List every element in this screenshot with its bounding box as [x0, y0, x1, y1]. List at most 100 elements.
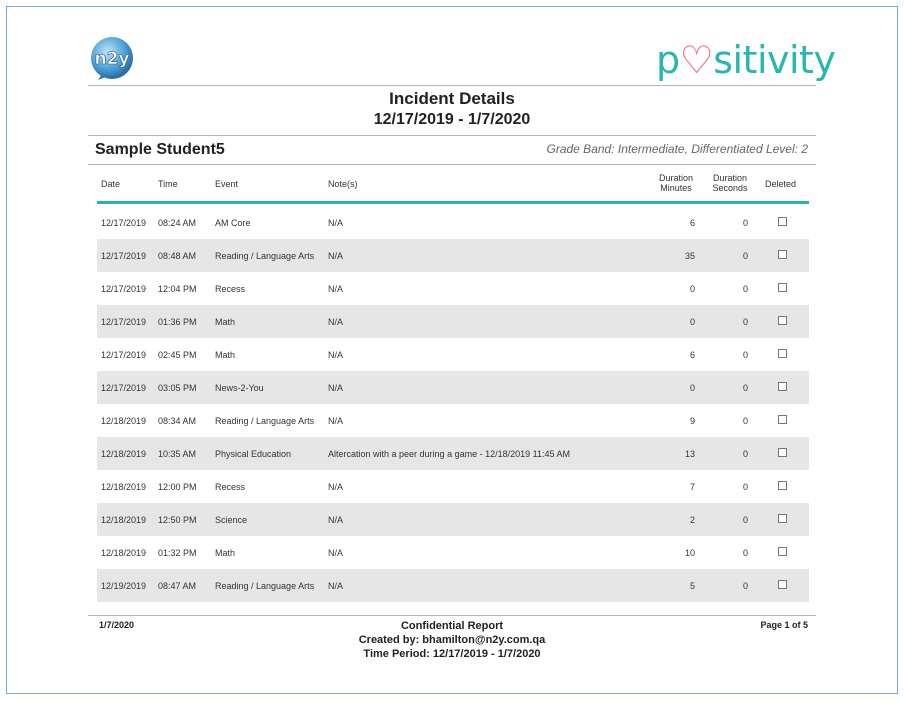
cell-time: 08:47 AM	[158, 581, 197, 591]
cell-event: Recess	[215, 284, 246, 294]
cell-event: Reading / Language Arts	[215, 251, 315, 261]
cell-date: 12/17/2019	[101, 383, 147, 393]
table-row: 12/18/2019 12:50 PM Science N/A 2 0	[97, 503, 809, 536]
table-row: 12/17/2019 02:45 PM Math N/A 6 0	[97, 338, 809, 371]
cell-duration-minutes: 0	[689, 317, 695, 327]
cell-notes: N/A	[328, 482, 344, 492]
cell-duration-seconds: 0	[742, 548, 748, 558]
created-by: Created by: bhamilton@n2y.com.qa	[358, 634, 546, 646]
deleted-checkbox[interactable]	[778, 382, 787, 391]
cell-duration-minutes: 9	[689, 416, 695, 426]
report-title: Incident Details	[389, 89, 515, 108]
cell-date: 12/17/2019	[101, 317, 147, 327]
deleted-checkbox[interactable]	[778, 283, 787, 292]
cell-event: AM Core	[215, 218, 251, 228]
table-row: 12/18/2019 10:35 AM Physical Education Alte…	[97, 437, 809, 470]
cell-event: Science	[215, 515, 248, 525]
cell-time: 08:34 AM	[158, 416, 197, 426]
cell-notes: N/A	[328, 416, 344, 426]
cell-event: News-2-You	[215, 383, 264, 393]
cell-time: 08:24 AM	[158, 218, 197, 228]
cell-date: 12/18/2019	[101, 482, 147, 492]
table-row: 12/18/2019 08:34 AM Reading / Language Art…	[97, 404, 809, 437]
cell-notes: N/A	[328, 581, 344, 591]
cell-duration-seconds: 0	[742, 218, 748, 228]
deleted-checkbox[interactable]	[778, 580, 787, 589]
table-row: 12/18/2019 12:00 PM Recess N/A 7 0	[97, 470, 809, 503]
heart-icon: ♡	[679, 38, 714, 82]
cell-duration-seconds: 0	[742, 383, 748, 393]
deleted-checkbox[interactable]	[778, 250, 787, 259]
cell-duration-seconds: 0	[742, 449, 748, 459]
cell-notes: Altercation with a peer during a game - …	[328, 449, 570, 459]
student-name: Sample Student5	[95, 141, 225, 158]
cell-time: 08:48 AM	[158, 251, 197, 261]
cell-date: 12/17/2019	[101, 284, 147, 294]
header-accent-line	[97, 201, 809, 204]
grade-info: Grade Band: Intermediate, Differentiated…	[546, 142, 809, 156]
deleted-checkbox[interactable]	[778, 481, 787, 490]
column-header-deleted: Deleted	[765, 179, 797, 189]
cell-notes: N/A	[328, 284, 344, 294]
table-row: 12/17/2019 08:48 AM Reading / Language Art…	[97, 239, 809, 272]
cell-duration-seconds: 0	[742, 482, 748, 492]
cell-time: 12:00 PM	[158, 482, 197, 492]
cell-date: 12/19/2019	[101, 581, 147, 591]
cell-time: 01:32 PM	[158, 548, 197, 558]
deleted-checkbox[interactable]	[778, 316, 787, 325]
table-row: 12/17/2019 03:05 PM News-2-You N/A 0 0	[97, 371, 809, 404]
cell-duration-minutes: 10	[684, 548, 695, 558]
cell-time: 12:50 PM	[158, 515, 197, 525]
cell-duration-minutes: 0	[689, 383, 695, 393]
deleted-checkbox[interactable]	[778, 349, 787, 358]
cell-event: Reading / Language Arts	[215, 416, 315, 426]
cell-duration-minutes: 7	[689, 482, 695, 492]
cell-duration-minutes: 35	[684, 251, 695, 261]
cell-event: Math	[215, 548, 236, 558]
time-period: Time Period: 12/17/2019 - 1/7/2020	[363, 648, 541, 660]
report-date-range: 12/17/2019 - 1/7/2020	[373, 111, 531, 128]
cell-date: 12/17/2019	[101, 218, 147, 228]
cell-notes: N/A	[328, 317, 344, 327]
cell-event: Recess	[215, 482, 246, 492]
cell-time: 10:35 AM	[158, 449, 197, 459]
title-divider	[88, 135, 816, 136]
cell-duration-minutes: 0	[689, 284, 695, 294]
cell-time: 01:36 PM	[158, 317, 197, 327]
cell-notes: N/A	[328, 548, 344, 558]
cell-duration-seconds: 0	[742, 317, 748, 327]
cell-notes: N/A	[328, 218, 344, 228]
column-header-duration-seconds: Duration Seconds	[712, 173, 748, 193]
n2y-logo-text: n2y	[94, 49, 129, 69]
cell-event: Physical Education	[215, 449, 292, 459]
deleted-checkbox[interactable]	[778, 514, 787, 523]
cell-duration-seconds: 0	[742, 515, 748, 525]
cell-event: Reading / Language Arts	[215, 581, 315, 591]
cell-duration-minutes: 13	[684, 449, 695, 459]
cell-duration-minutes: 2	[689, 515, 695, 525]
deleted-checkbox[interactable]	[778, 448, 787, 457]
cell-date: 12/17/2019	[101, 251, 147, 261]
cell-notes: N/A	[328, 383, 344, 393]
cell-date: 12/18/2019	[101, 416, 147, 426]
deleted-checkbox[interactable]	[778, 547, 787, 556]
student-divider	[88, 164, 816, 165]
table-row: 12/18/2019 01:32 PM Math N/A 10 0	[97, 536, 809, 569]
cell-duration-seconds: 0	[742, 251, 748, 261]
column-header-event: Event	[215, 179, 239, 189]
footer-divider	[88, 615, 816, 616]
cell-duration-minutes: 6	[689, 218, 695, 228]
deleted-checkbox[interactable]	[778, 217, 787, 226]
confidential-label: Confidential Report	[400, 620, 504, 632]
cell-event: Math	[215, 350, 236, 360]
deleted-checkbox[interactable]	[778, 415, 787, 424]
cell-duration-seconds: 0	[742, 284, 748, 294]
cell-time: 12:04 PM	[158, 284, 197, 294]
cell-date: 12/18/2019	[101, 548, 147, 558]
cell-date: 12/18/2019	[101, 449, 147, 459]
table-row: 12/19/2019 08:47 AM Reading / Language Art…	[97, 569, 809, 602]
cell-duration-minutes: 6	[689, 350, 695, 360]
cell-date: 12/18/2019	[101, 515, 147, 525]
cell-duration-seconds: 0	[742, 350, 748, 360]
table-row: 12/17/2019 01:36 PM Math N/A 0 0	[97, 305, 809, 338]
